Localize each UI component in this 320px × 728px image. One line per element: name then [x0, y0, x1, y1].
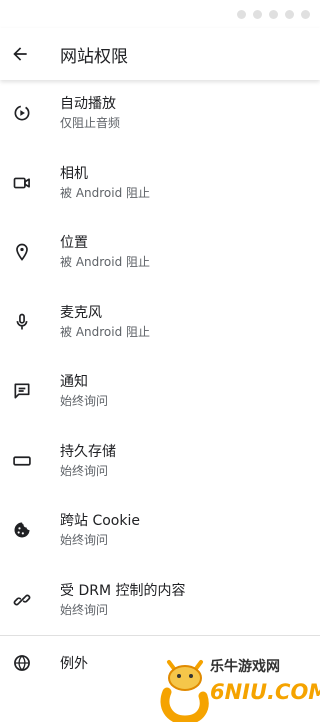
battery-icon: [301, 9, 310, 19]
watermark-logo: 乐牛游戏网 6NIU.COM: [155, 650, 320, 728]
status-dot-icon: [253, 9, 262, 19]
permission-item-notifications[interactable]: 通知 始终询问: [0, 358, 320, 428]
permission-status: 仅阻止音频: [60, 116, 121, 130]
permission-title: 受 DRM 控制的内容: [60, 582, 186, 599]
page-title: 网站权限: [60, 46, 128, 67]
permission-status: 被 Android 阻止: [60, 185, 151, 200]
autoplay-icon: [4, 95, 40, 131]
permission-title: 持久存储: [60, 443, 116, 460]
status-dot-icon: [237, 9, 246, 19]
permission-item-location[interactable]: 位置 被 Android 阻止: [0, 219, 320, 289]
status-icons: [237, 9, 310, 19]
cookie-icon: [4, 512, 40, 548]
permission-status: 始终询问: [60, 533, 109, 547]
app-bar: 网站权限: [0, 28, 320, 80]
location-icon: [4, 234, 40, 270]
watermark-text: 乐牛游戏网: [210, 659, 280, 675]
permission-title: 麦克风: [60, 304, 102, 321]
status-bar: [0, 0, 320, 28]
watermark-brand: 6NIU.COM: [210, 680, 320, 704]
drm-icon: [4, 582, 40, 618]
permission-item-microphone[interactable]: 麦克风 被 Android 阻止: [0, 289, 320, 359]
permission-item-autoplay[interactable]: 自动播放 仅阻止音频: [0, 80, 320, 150]
wifi-icon: [285, 9, 294, 19]
permission-title: 自动播放: [60, 96, 116, 112]
exceptions-label: 例外: [60, 656, 88, 672]
permission-title: 通知: [60, 374, 88, 390]
permission-status: 始终询问: [60, 602, 109, 617]
permission-list: 自动播放 仅阻止音频 相机 被 Android 阻止 位置 被 Android …: [0, 80, 320, 636]
watermark-mascot-icon: [160, 660, 209, 722]
microphone-icon: [4, 304, 40, 340]
arrow-back-icon: [13, 47, 27, 61]
permission-status: 始终询问: [60, 463, 109, 478]
permission-item-camera[interactable]: 相机 被 Android 阻止: [0, 150, 320, 220]
permission-title: 相机: [60, 165, 88, 182]
globe-icon: [4, 653, 40, 673]
permission-status: 始终询问: [60, 394, 109, 408]
permission-title: 位置: [60, 235, 88, 251]
permission-status: 被 Android 阻止: [60, 255, 151, 269]
status-dot-icon: [269, 9, 278, 19]
camera-icon: [4, 165, 40, 201]
permission-item-drm[interactable]: 受 DRM 控制的内容 始终询问: [0, 567, 320, 637]
permission-title: 跨站 Cookie: [60, 513, 140, 529]
permission-item-storage[interactable]: 持久存储 始终询问: [0, 428, 320, 498]
storage-icon: [4, 443, 40, 479]
back-button[interactable]: [2, 36, 38, 72]
permission-item-cookie[interactable]: 跨站 Cookie 始终询问: [0, 497, 320, 567]
divider: [0, 635, 320, 636]
permission-status: 被 Android 阻止: [60, 324, 151, 339]
notification-icon: [4, 373, 40, 409]
